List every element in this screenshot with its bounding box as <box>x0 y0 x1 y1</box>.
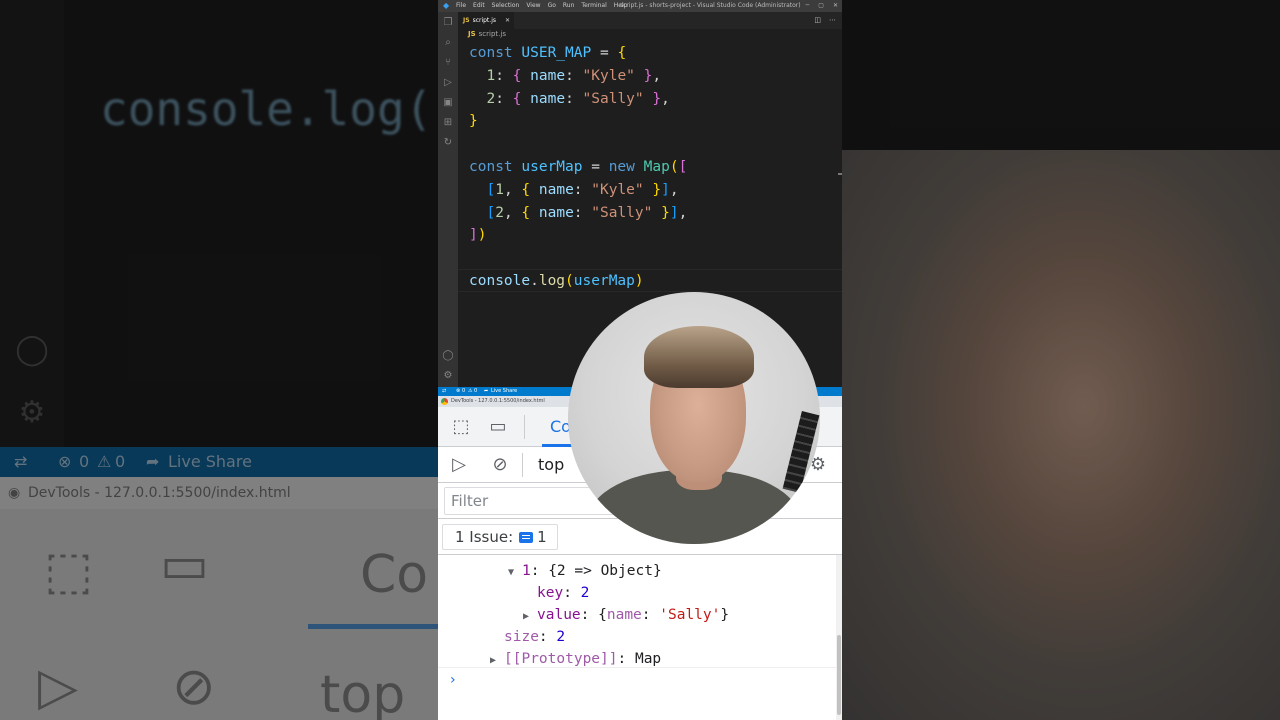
code-editor[interactable]: const USER_MAP = { 1: { name: "Kyle" }, … <box>469 42 687 293</box>
window-controls: ─ ▢ ✕ <box>806 0 838 12</box>
code-line: [1, { name: "Kyle" }], <box>486 181 679 198</box>
clear-console-icon[interactable]: ⊘ <box>488 453 512 477</box>
account-icon[interactable]: ◯ <box>442 350 454 362</box>
console-entry-1[interactable]: ▼ 1: {2 => Object} <box>508 560 662 582</box>
presenter-hair <box>644 326 754 388</box>
vscode-titlebar: ◆ File Edit Selection View Go Run Termin… <box>438 0 842 12</box>
remote-icon[interactable]: ⇄ <box>442 387 446 396</box>
issues-count: 1 <box>537 528 547 546</box>
entry-key: 1 <box>522 563 531 579</box>
menu-run[interactable]: Run <box>563 0 575 12</box>
size-value: 2 <box>556 629 566 645</box>
minimap-marker <box>838 173 842 175</box>
vscode-logo-icon: ◆ <box>443 1 450 10</box>
tab-close-icon[interactable]: ✕ <box>505 12 510 29</box>
maximize-icon[interactable]: ▢ <box>818 0 824 12</box>
console-scrollbar[interactable] <box>836 555 842 720</box>
console-output: ▼ 1: {2 => Object} key: 2 ▶ value: {name: … <box>438 555 836 720</box>
tab-label: script.js <box>472 17 496 24</box>
code-line: const USER_MAP = { <box>469 45 627 61</box>
key-label: key <box>537 585 564 601</box>
code-line: console.log(userMap) <box>469 272 644 289</box>
menu-selection[interactable]: Selection <box>492 0 520 12</box>
breadcrumb-js-icon: JS <box>468 30 476 38</box>
console-prompt-icon[interactable]: › <box>450 672 456 688</box>
menu-edit[interactable]: Edit <box>473 0 485 12</box>
close-icon[interactable]: ✕ <box>833 0 838 12</box>
code-line: [2, { name: "Sally" }], <box>486 204 688 221</box>
collapsed-triangle-icon[interactable]: ▶ <box>490 650 504 672</box>
expanded-triangle-icon[interactable]: ▼ <box>508 562 522 584</box>
code-line: ]) <box>469 227 487 244</box>
js-file-icon: JS <box>463 17 470 24</box>
device-toolbar-icon[interactable]: ▭ <box>486 415 510 439</box>
liveshare-status-label[interactable]: Live Share <box>491 387 517 396</box>
show-sidebar-icon[interactable]: ▷ <box>447 453 471 477</box>
editor-actions: ◫ ⋯ <box>814 12 836 29</box>
prototype-value: Map <box>634 651 662 667</box>
code-line: } <box>469 113 478 130</box>
code-line: 1: { name: "Kyle" }, <box>486 67 662 84</box>
menu-go[interactable]: Go <box>548 0 556 12</box>
warnings-count[interactable]: 0 <box>474 387 477 396</box>
warning-icon[interactable]: ⚠ <box>468 387 472 396</box>
menu-terminal[interactable]: Terminal <box>581 0 606 12</box>
breadcrumb-file: script.js <box>478 30 506 38</box>
issues-label: 1 Issue: <box>455 528 514 546</box>
issues-message-icon <box>519 532 534 543</box>
tab-script-js[interactable]: JS script.js ✕ <box>458 12 514 29</box>
source-control-icon[interactable]: ⑂ <box>442 57 454 69</box>
menu-view[interactable]: View <box>526 0 540 12</box>
extensions-icon[interactable]: ⊞ <box>442 117 454 129</box>
liveshare-status-icon[interactable]: ➦ <box>484 387 488 396</box>
remote-explorer-icon[interactable]: ▣ <box>442 97 454 109</box>
console-key-row: key: 2 <box>537 585 590 601</box>
code-line: 2: { name: "Sally" }, <box>486 90 670 107</box>
webcam-overlay <box>568 292 820 544</box>
toolbar-divider <box>524 415 525 439</box>
minimize-icon[interactable]: ─ <box>806 0 810 12</box>
window-title: script.js - shorts-project - Visual Stud… <box>620 2 801 9</box>
explorer-icon[interactable]: ❐ <box>442 17 454 29</box>
settings-gear-icon[interactable]: ⚙ <box>442 370 454 382</box>
menu-file[interactable]: File <box>456 0 466 12</box>
code-line: const userMap = new Map([ <box>469 158 688 175</box>
activity-bar: ❐ ⌕ ⑂ ▷ ▣ ⊞ ↻ ◯ ⚙ <box>438 12 458 387</box>
problems-count[interactable]: 0 <box>462 387 465 396</box>
more-actions-icon[interactable]: ⋯ <box>829 12 836 29</box>
scrollbar-thumb[interactable] <box>837 635 841 715</box>
chrome-icon <box>441 398 448 405</box>
context-selector[interactable]: top <box>538 447 564 483</box>
split-editor-icon[interactable]: ◫ <box>814 12 821 29</box>
menu-bar: File Edit Selection View Go Run Terminal… <box>456 0 627 12</box>
search-icon[interactable]: ⌕ <box>442 37 454 49</box>
console-size-row: size: 2 <box>504 629 566 645</box>
size-label: size <box>504 629 539 645</box>
value-object-value: 'Sally' <box>659 607 721 623</box>
editor-tabs: JS script.js ✕ ◫ ⋯ <box>458 12 842 29</box>
breadcrumb[interactable]: JS script.js <box>468 29 506 40</box>
prompt-divider <box>438 667 836 668</box>
run-debug-icon[interactable]: ▷ <box>442 77 454 89</box>
console-value-row[interactable]: ▶ value: {name: 'Sally'} <box>523 604 729 626</box>
value-object-key: name <box>606 607 642 623</box>
live-share-icon[interactable]: ↻ <box>442 137 454 149</box>
collapsed-triangle-icon[interactable]: ▶ <box>523 606 537 628</box>
issues-button[interactable]: 1 Issue: 1 <box>442 524 558 550</box>
entry-summary: {2 => Object} <box>548 563 662 579</box>
inspect-element-icon[interactable]: ⬚ <box>449 415 473 439</box>
prototype-label: [[Prototype]] <box>504 651 618 667</box>
error-icon[interactable]: ⊗ <box>456 387 460 396</box>
toolbar-divider <box>522 453 523 477</box>
devtools-window-title: DevTools - 127.0.0.1:5500/index.html <box>451 398 545 404</box>
key-value: 2 <box>580 585 590 601</box>
value-label: value <box>537 607 581 623</box>
